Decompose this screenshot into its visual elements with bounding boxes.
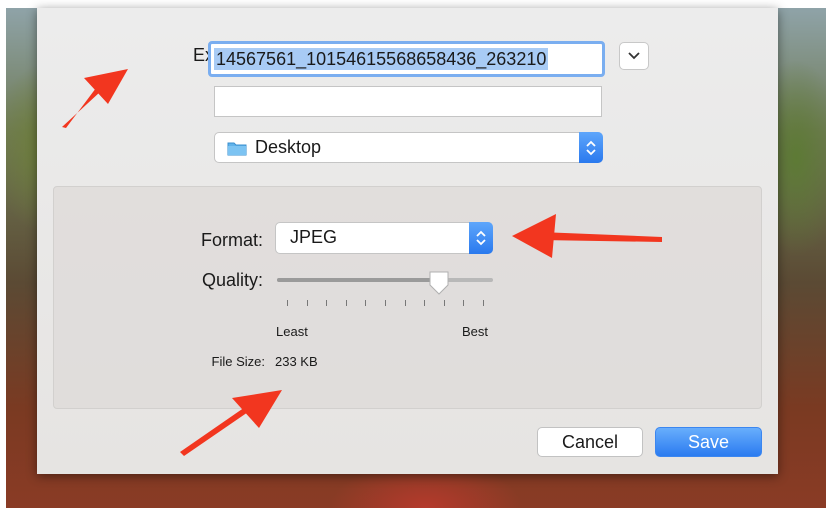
up-down-chevron-icon xyxy=(476,230,486,246)
quality-tick xyxy=(306,300,308,306)
where-value: Desktop xyxy=(255,137,322,157)
export-dialog: Export As: 14567561_10154615568658436_26… xyxy=(37,8,778,474)
cancel-button[interactable]: Cancel xyxy=(537,427,643,457)
where-stepper xyxy=(579,132,603,163)
expand-dialog-button[interactable] xyxy=(619,42,649,70)
quality-tick xyxy=(404,300,406,306)
up-down-chevron-icon xyxy=(586,140,596,155)
where-popup[interactable]: Desktop xyxy=(214,132,603,163)
format-popup[interactable]: JPEG xyxy=(275,222,493,254)
quality-tick xyxy=(424,300,426,306)
format-options-panel xyxy=(53,186,762,409)
quality-tick xyxy=(463,300,465,306)
folder-icon xyxy=(227,142,247,156)
format-label: Format: xyxy=(200,230,263,250)
file-size-value: 233 KB xyxy=(275,354,318,369)
quality-min-label: Least xyxy=(276,324,308,339)
quality-slider-thumb[interactable] xyxy=(428,270,450,296)
quality-tick xyxy=(365,300,367,306)
quality-slider-fill xyxy=(277,278,439,282)
chevron-down-icon xyxy=(628,52,640,60)
tags-field[interactable] xyxy=(214,86,602,117)
file-size-label: File Size: xyxy=(211,354,265,369)
quality-tick xyxy=(345,300,347,306)
format-value: JPEG xyxy=(290,227,338,247)
quality-tick xyxy=(287,300,288,306)
quality-tick xyxy=(483,300,484,306)
export-as-field[interactable]: 14567561_10154615568658436_263210 xyxy=(208,41,605,77)
quality-max-label: Best xyxy=(462,324,489,339)
quality-slider-track[interactable] xyxy=(277,278,493,282)
quality-tick xyxy=(385,300,386,306)
format-stepper xyxy=(469,222,493,254)
save-button[interactable]: Save xyxy=(655,427,762,457)
quality-label: Quality: xyxy=(201,270,263,290)
export-as-value: 14567561_10154615568658436_263210 xyxy=(214,48,549,70)
quality-tick xyxy=(326,300,328,306)
quality-tick xyxy=(443,300,445,306)
